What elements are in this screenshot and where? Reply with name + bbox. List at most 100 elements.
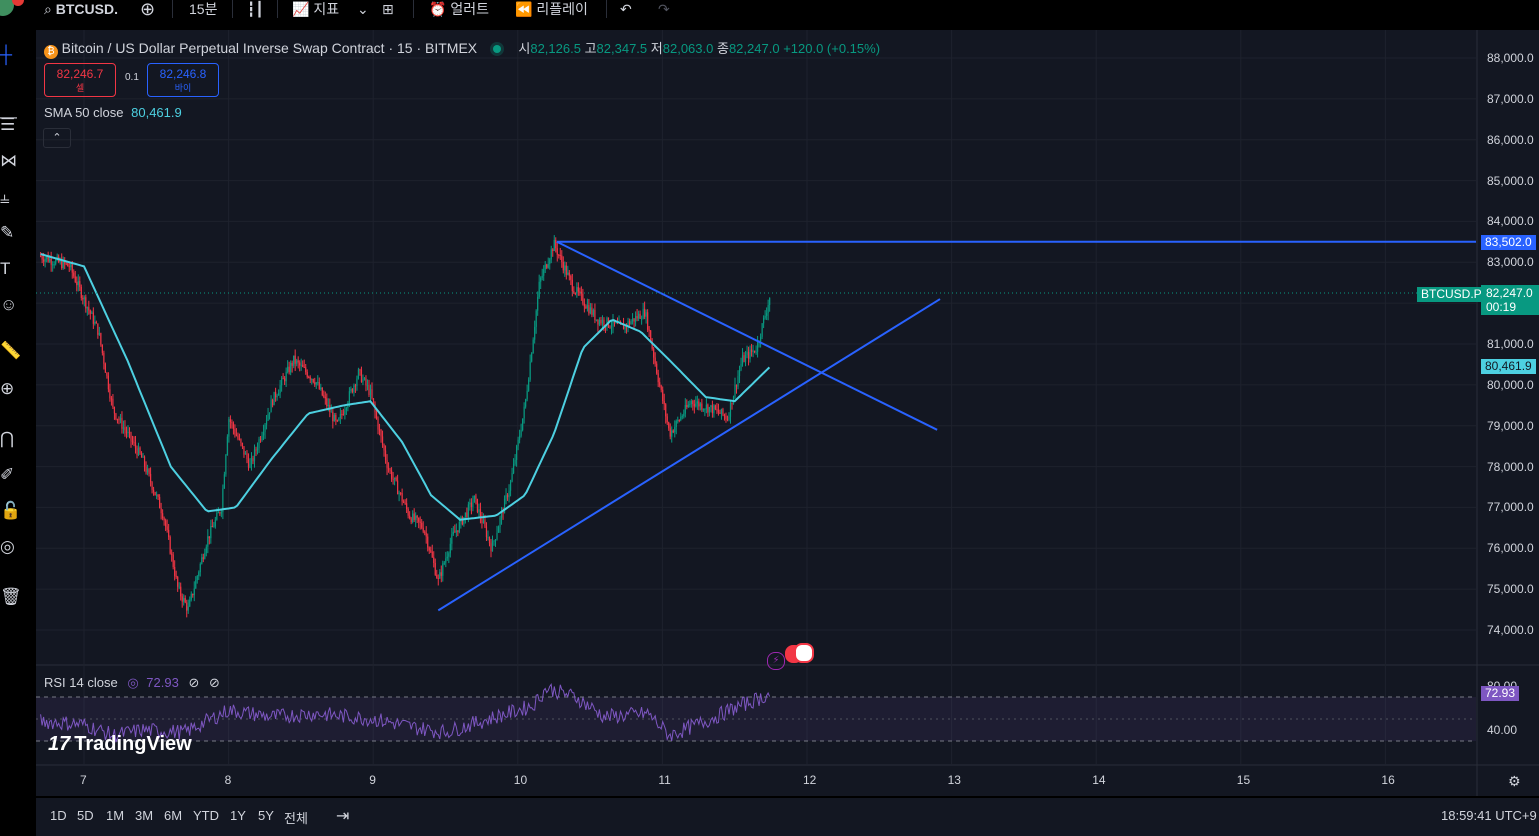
candle-body bbox=[348, 391, 351, 404]
date-range-button[interactable]: ⇥ bbox=[336, 806, 349, 826]
candle-body bbox=[451, 534, 453, 544]
price-axis-label: 80,000.0 bbox=[1487, 377, 1534, 392]
chart-area[interactable]: ₿ Bitcoin / US Dollar Perpetual Inverse … bbox=[36, 30, 1539, 796]
candle-body bbox=[702, 409, 704, 411]
price-chart[interactable] bbox=[36, 30, 1539, 796]
candle-body bbox=[549, 259, 551, 265]
candle-body bbox=[633, 318, 635, 322]
zoom-icon: ⊕ bbox=[0, 379, 15, 398]
hide-tool[interactable]: ◎ bbox=[0, 536, 22, 558]
candle-body bbox=[687, 404, 689, 408]
candle-body bbox=[309, 377, 311, 380]
candle-body bbox=[241, 443, 244, 447]
crosshair-tool[interactable]: ┼ bbox=[0, 44, 22, 66]
indicators-button[interactable]: 📈 지표 bbox=[292, 0, 339, 18]
candle-body bbox=[393, 477, 396, 480]
delete-tool[interactable]: 🗑 bbox=[0, 586, 22, 608]
candle-body bbox=[94, 321, 96, 324]
chart-type-button[interactable]: ┇┃ bbox=[247, 0, 264, 18]
ruler-tool[interactable]: 📏 bbox=[0, 340, 22, 362]
interval-button[interactable]: 15분 bbox=[189, 0, 217, 18]
chart-legend: ₿ Bitcoin / US Dollar Perpetual Inverse … bbox=[44, 38, 880, 59]
zoom-tool[interactable]: ⊕ bbox=[0, 378, 22, 400]
range-button[interactable]: 6M bbox=[164, 808, 182, 823]
candle-body bbox=[356, 378, 358, 386]
candle-body bbox=[609, 326, 611, 328]
templates-dropdown[interactable]: ⌄ bbox=[357, 0, 369, 18]
redo-button[interactable]: ↷ bbox=[658, 0, 670, 18]
candle-body bbox=[320, 387, 322, 389]
candle-body bbox=[332, 411, 334, 422]
range-button[interactable]: 3M bbox=[135, 808, 153, 823]
candle-body bbox=[160, 508, 162, 514]
magnet-tool[interactable]: ⋂ bbox=[0, 428, 22, 450]
text-tool[interactable]: T bbox=[0, 258, 22, 280]
candle-body bbox=[294, 355, 296, 364]
range-button[interactable]: 1M bbox=[106, 808, 124, 823]
candle-body bbox=[392, 478, 394, 480]
candle-body bbox=[431, 551, 433, 558]
close-label: 종 bbox=[716, 41, 729, 56]
range-button[interactable]: 전체 bbox=[284, 808, 308, 827]
candle-body bbox=[763, 317, 765, 324]
sell-button[interactable]: 82,246.7 셀 bbox=[44, 63, 116, 97]
indicators-icon: 📈 bbox=[292, 1, 310, 17]
clock[interactable]: 18:59:41 UTC+9 bbox=[1441, 808, 1537, 823]
candle-body bbox=[487, 537, 489, 539]
pattern-tool[interactable]: ⋈ bbox=[0, 150, 22, 172]
symbol-search[interactable]: ⌕ BTCUSD.P bbox=[44, 0, 118, 18]
range-button[interactable]: YTD bbox=[193, 808, 219, 823]
market-open-icon bbox=[492, 45, 501, 53]
forecast-tool[interactable]: ⫨ bbox=[0, 187, 22, 209]
candle-body bbox=[674, 427, 676, 433]
replay-button[interactable]: ⏪ 리플레이 bbox=[515, 0, 588, 18]
candle-body bbox=[753, 350, 756, 353]
candle-body bbox=[85, 297, 87, 309]
candle-body bbox=[95, 321, 97, 324]
candle-body bbox=[461, 517, 463, 525]
candle-body bbox=[505, 494, 507, 499]
undo-button[interactable]: ↶ bbox=[620, 0, 632, 18]
buy-button[interactable]: 82,246.8 바이 bbox=[147, 63, 219, 97]
candle-body bbox=[128, 431, 131, 433]
candle-body bbox=[302, 364, 304, 367]
candle-body bbox=[525, 399, 527, 407]
candle-body bbox=[151, 482, 153, 490]
range-button[interactable]: 1Y bbox=[230, 808, 246, 823]
lock-tool[interactable]: 🔓 bbox=[0, 500, 22, 522]
rsi-legend[interactable]: RSI 14 close ◎ 72.93 ⊘ ⊘ bbox=[44, 675, 220, 691]
candle-body bbox=[708, 407, 710, 413]
range-button[interactable]: 1D bbox=[50, 808, 67, 823]
candle-body bbox=[683, 413, 685, 417]
candle-body bbox=[82, 297, 84, 300]
candle-body bbox=[644, 308, 646, 317]
brush-icon: ✎ bbox=[0, 223, 15, 242]
stay-drawing-tool[interactable]: ✐ bbox=[0, 464, 22, 486]
fib-tool[interactable]: ☰ bbox=[0, 114, 22, 136]
rsi-tag: 72.93 bbox=[1481, 686, 1520, 701]
date-axis-label: 13 bbox=[947, 773, 961, 787]
collapse-legend-button[interactable]: ⌃ bbox=[43, 128, 71, 148]
alert-button[interactable]: ⏰ 얼러트 bbox=[429, 0, 489, 18]
emoji-tool[interactable]: ☺ bbox=[0, 294, 22, 316]
sma-legend[interactable]: SMA 50 close 80,461.9 bbox=[44, 105, 182, 120]
range-button[interactable]: 5Y bbox=[258, 808, 274, 823]
candle-body bbox=[666, 416, 668, 423]
axis-settings-button[interactable]: ⚙ bbox=[1508, 773, 1521, 790]
events-icons[interactable]: ⚡ bbox=[767, 643, 815, 670]
candle-body bbox=[476, 498, 479, 512]
candle-body bbox=[91, 312, 93, 314]
candle-body bbox=[311, 379, 313, 381]
candle-body bbox=[705, 404, 707, 410]
layouts-button[interactable]: ⊞ bbox=[382, 0, 394, 18]
candle-body bbox=[520, 430, 522, 436]
candle-body bbox=[270, 400, 272, 413]
date-axis-label: 10 bbox=[513, 773, 528, 787]
candle-body bbox=[70, 264, 72, 268]
candle-body bbox=[187, 606, 189, 611]
candle-body bbox=[219, 512, 221, 514]
candle-body bbox=[725, 415, 727, 420]
compare-button[interactable]: ⊕ bbox=[140, 0, 155, 18]
range-button[interactable]: 5D bbox=[77, 808, 94, 823]
brush-tool[interactable]: ✎ bbox=[0, 222, 22, 244]
